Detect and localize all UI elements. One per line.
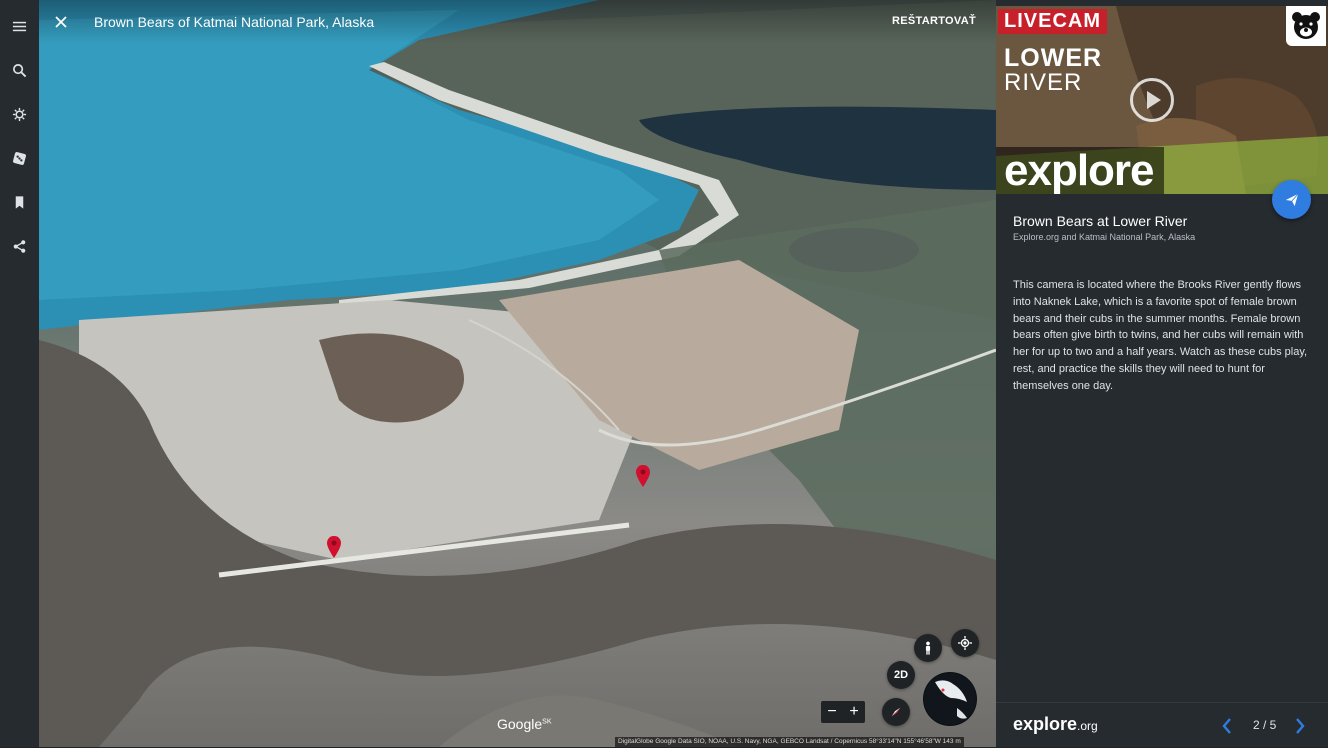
bookmark-icon[interactable] [6, 188, 34, 216]
share-icon[interactable] [6, 232, 34, 260]
google-logo-region: SK [542, 718, 552, 726]
google-logo-text: Google [497, 716, 543, 732]
my-location-icon[interactable] [951, 629, 979, 657]
globe-icon[interactable] [923, 672, 977, 726]
footer-brand: explore [1013, 714, 1078, 734]
zoom-control: − + [821, 701, 865, 723]
zoom-out-button[interactable]: − [827, 704, 836, 720]
explore-org-logo[interactable]: explore.org [1013, 714, 1098, 735]
left-rail [0, 0, 39, 747]
placemark-pin-icon[interactable] [327, 536, 341, 558]
placemark-pin-icon[interactable] [636, 465, 650, 487]
chevron-left-icon[interactable] [1220, 717, 1234, 735]
card-footer: explore.org 2 / 5 [996, 702, 1328, 748]
pager-count: 2 / 5 [1253, 718, 1277, 732]
google-logo: GoogleSK [497, 716, 552, 732]
livecam-label: LIVECAM [998, 9, 1107, 34]
close-icon[interactable] [51, 12, 71, 32]
explore-logo: explore [996, 147, 1164, 194]
zoom-in-button[interactable]: + [849, 704, 858, 720]
dice-icon[interactable] [6, 144, 34, 172]
hero-title-line2: RIVER [1004, 69, 1083, 96]
footer-brand-suffix: .org [1077, 719, 1098, 733]
knowledge-card: LIVECAM LOWER RIVER explore Brown Bears … [996, 0, 1328, 747]
send-icon [1285, 193, 1298, 206]
voyager-icon[interactable] [6, 100, 34, 128]
play-icon[interactable] [1130, 78, 1174, 122]
view-mode-2d-button[interactable]: 2D [887, 661, 915, 689]
send-button[interactable] [1272, 180, 1311, 219]
satellite-terrain [39, 0, 996, 747]
map-viewport[interactable]: Brown Bears of Katmai National Park, Ala… [39, 0, 996, 747]
map-attribution: DigitalGlobe Google Data SIO, NOAA, U.S.… [615, 737, 964, 747]
page-title: Brown Bears of Katmai National Park, Ala… [94, 14, 375, 30]
card-description: This camera is located where the Brooks … [1013, 279, 1308, 392]
bear-icon [1286, 6, 1326, 46]
menu-icon[interactable] [6, 12, 34, 40]
card-subtitle: Explore.org and Katmai National Park, Al… [1013, 232, 1196, 242]
compass-icon[interactable] [882, 698, 910, 726]
livecam-thumbnail[interactable]: LIVECAM LOWER RIVER explore [996, 6, 1328, 194]
chevron-right-icon[interactable] [1293, 717, 1307, 735]
restart-button[interactable]: REŠTARTOVAŤ [892, 15, 976, 27]
card-title: Brown Bears at Lower River [1013, 213, 1188, 229]
pegman-icon[interactable] [914, 634, 942, 662]
search-icon[interactable] [6, 56, 34, 84]
